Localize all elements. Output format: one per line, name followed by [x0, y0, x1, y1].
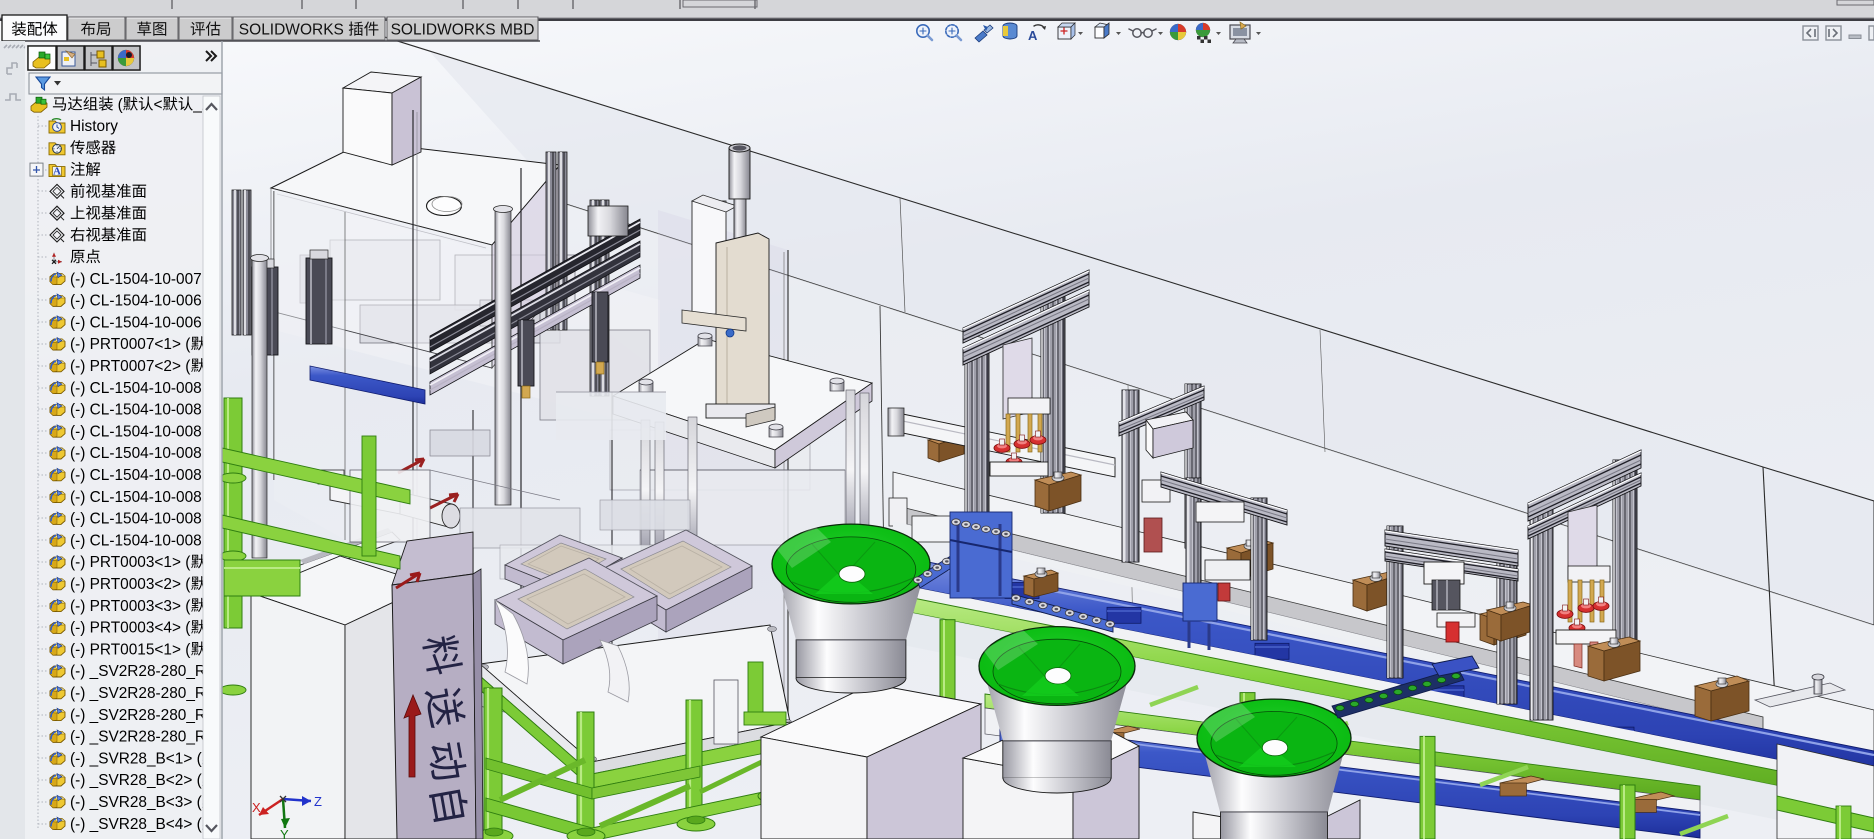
- svg-text:(-) CL-1504-10-008: (-) CL-1504-10-008: [70, 402, 202, 419]
- svg-text:(-) _SVR28_B<3> (: (-) _SVR28_B<3> (: [70, 794, 203, 811]
- svg-text:(-) CL-1504-10-008: (-) CL-1504-10-008: [70, 489, 202, 506]
- svg-text:SOLIDWORKS: SOLIDWORKS: [239, 22, 344, 39]
- svg-text:(-) _SV2R28-280_R: (-) _SV2R28-280_R: [70, 729, 206, 746]
- svg-text:(-) _SV2R28-280_R: (-) _SV2R28-280_R: [70, 685, 206, 702]
- svg-text:(-) CL-1504-10-006: (-) CL-1504-10-006: [70, 293, 202, 310]
- svg-text:(-) CL-1504-10-008: (-) CL-1504-10-008: [70, 380, 202, 397]
- svg-text:A: A: [1028, 28, 1038, 43]
- svg-text:(-) CL-1504-10-008: (-) CL-1504-10-008: [70, 423, 202, 440]
- svg-text:(-) PRT0003<1> (: (-) PRT0003<1> (: [70, 554, 191, 571]
- svg-text:(-) PRT0003<3> (: (-) PRT0003<3> (: [70, 598, 191, 615]
- svg-text:(-) _SV2R28-280_R: (-) _SV2R28-280_R: [70, 663, 206, 680]
- svg-text:(-) CL-1504-10-006: (-) CL-1504-10-006: [70, 314, 202, 331]
- svg-text:(-) PRT0003<4> (: (-) PRT0003<4> (: [70, 620, 191, 637]
- svg-text:(: (: [118, 96, 124, 113]
- svg-text:<: <: [154, 96, 163, 113]
- svg-text:(-) CL-1504-10-008: (-) CL-1504-10-008: [70, 532, 202, 549]
- svg-text:(-) PRT0007<2> (: (-) PRT0007<2> (: [70, 358, 191, 375]
- svg-text:(-) PRT0007<1> (: (-) PRT0007<1> (: [70, 336, 191, 353]
- svg-text:(-) CL-1504-10-008: (-) CL-1504-10-008: [70, 445, 202, 462]
- svg-text:X: X: [252, 800, 261, 815]
- svg-text:History: History: [70, 118, 118, 135]
- svg-text:(-) CL-1504-10-007: (-) CL-1504-10-007: [70, 271, 202, 288]
- svg-text:Y: Y: [280, 827, 289, 839]
- svg-text:(-) PRT0003<2> (: (-) PRT0003<2> (: [70, 576, 191, 593]
- svg-text:(-) PRT0015<1> (: (-) PRT0015<1> (: [70, 641, 191, 658]
- svg-text:(-) _SVR28_B<1> (: (-) _SVR28_B<1> (: [70, 750, 203, 767]
- svg-text:Z: Z: [314, 794, 322, 809]
- svg-text:(-) CL-1504-10-008: (-) CL-1504-10-008: [70, 511, 202, 528]
- svg-text:(-) _SVR28_B<2> (: (-) _SVR28_B<2> (: [70, 772, 203, 789]
- svg-text:(-) _SV2R28-280_R: (-) _SV2R28-280_R: [70, 707, 206, 724]
- svg-text:(-) CL-1504-10-008: (-) CL-1504-10-008: [70, 467, 202, 484]
- svg-text:(-) _SVR28_B<4> (: (-) _SVR28_B<4> (: [70, 816, 203, 833]
- svg-text:A: A: [53, 166, 61, 178]
- svg-text:SOLIDWORKS MBD: SOLIDWORKS MBD: [391, 22, 535, 39]
- svg-text:_: _: [192, 96, 202, 113]
